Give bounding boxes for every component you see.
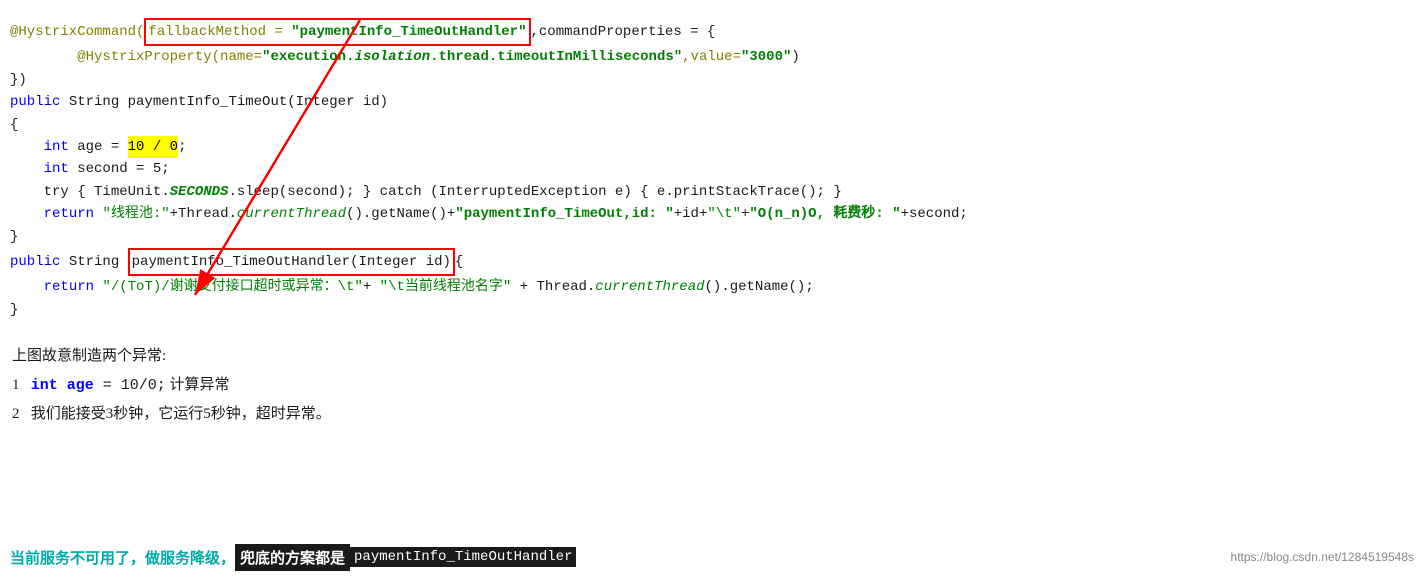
open-brace-inline: { bbox=[455, 251, 463, 273]
fallback-annotation: fallbackMethod = bbox=[148, 24, 291, 40]
item1-eq: = 10/0; bbox=[94, 377, 166, 394]
handler-method-name: paymentInfo_TimeOutHandler(Integer id) bbox=[132, 254, 451, 270]
sleep-call: .sleep(second); } catch (InterruptedExce… bbox=[228, 181, 841, 203]
close-brace3: } bbox=[10, 299, 18, 321]
get-name1: ().getName()+ bbox=[346, 203, 455, 225]
indent-line6 bbox=[10, 136, 44, 158]
get-name2: ().getName(); bbox=[705, 276, 814, 298]
annotation-hystrix: @HystrixCommand( bbox=[10, 21, 144, 43]
space-ret2 bbox=[94, 276, 102, 298]
space-ret1 bbox=[94, 203, 102, 225]
plus4: + Thread. bbox=[511, 276, 595, 298]
semicolon1: ; bbox=[178, 136, 186, 158]
int-kw-2: int bbox=[44, 158, 69, 180]
bottom-cyan-text: 当前服务不可用了，做服务降级， bbox=[10, 547, 235, 568]
public-kw2: public bbox=[10, 251, 60, 273]
desc-item-2: 2 我们能接受3秒钟，它运行5秒钟，超时异常。 bbox=[12, 401, 1412, 428]
bottom-bar: 当前服务不可用了，做服务降级， 兜底的方案都是 paymentInfo_Time… bbox=[10, 541, 1414, 573]
indent-line12 bbox=[10, 276, 44, 298]
str-pool: "线程池:" bbox=[102, 203, 169, 225]
try-block: try { TimeUnit. bbox=[44, 181, 170, 203]
bottom-text1: 当前服务不可用了，做服务降级， bbox=[10, 551, 235, 567]
plus-second: +second; bbox=[901, 203, 968, 225]
close-brace: }) bbox=[10, 69, 27, 91]
item2-num: 2 bbox=[12, 406, 20, 422]
code-line-6: int age = 10 / 0; bbox=[10, 136, 1424, 158]
plus-id: +id+ bbox=[674, 203, 708, 225]
code-line-2: @HystrixProperty(name="execution.isolati… bbox=[10, 46, 1424, 68]
command-props: ,commandProperties = { bbox=[531, 21, 716, 43]
str-thread-name: "\t当前线程池名字" bbox=[380, 276, 512, 298]
seconds-const: SECONDS bbox=[170, 181, 229, 203]
code-line-13: } bbox=[10, 299, 1424, 321]
heading-text: 上图故意制造两个异常: bbox=[12, 348, 166, 364]
indent-2 bbox=[10, 46, 77, 68]
bottom-label: 兜底的方案都是 bbox=[240, 551, 345, 567]
page-container: @HystrixCommand(fallbackMethod = "paymen… bbox=[0, 0, 1424, 583]
indent-line9 bbox=[10, 203, 44, 225]
close-paren: ) bbox=[791, 46, 799, 68]
str-cost: "O(n_n)O, 耗费秒: " bbox=[749, 203, 900, 225]
code-line-12: return "/(ToT)/谢谢支付接口超时或异常：\t"+ "\t当前线程池… bbox=[10, 276, 1424, 298]
fallback-value: "paymentInfo_TimeOutHandler" bbox=[291, 24, 526, 40]
code-line-1: @HystrixCommand(fallbackMethod = "paymen… bbox=[10, 18, 1424, 46]
int-kw-1: int bbox=[44, 136, 69, 158]
plus3: + bbox=[363, 276, 380, 298]
second-var: second = 5; bbox=[69, 158, 170, 180]
hystrix-property: @HystrixProperty(name= bbox=[77, 46, 262, 68]
current-thread1: currentThread bbox=[237, 203, 346, 225]
desc-heading: 上图故意制造两个异常: bbox=[12, 343, 1412, 370]
string-type2: String bbox=[60, 251, 127, 273]
public-kw: public bbox=[10, 91, 60, 113]
code-line-3: }) bbox=[10, 69, 1424, 91]
code-line-7: int second = 5; bbox=[10, 158, 1424, 180]
current-thread2: currentThread bbox=[595, 276, 704, 298]
item2-text: 我们能接受3秒钟，它运行5秒钟，超时异常。 bbox=[31, 406, 331, 422]
item1-code: int age bbox=[31, 377, 94, 394]
handler-method-box: paymentInfo_TimeOutHandler(Integer id) bbox=[128, 248, 455, 276]
space1: String paymentInfo_TimeOut(Integer id) bbox=[60, 91, 388, 113]
plus2: + bbox=[741, 203, 749, 225]
item1-text: 计算异常 bbox=[166, 377, 230, 393]
item1-num: 1 bbox=[12, 377, 20, 393]
timeout-value: "3000" bbox=[741, 46, 791, 68]
fallback-method-box: fallbackMethod = "paymentInfo_TimeOutHan… bbox=[144, 18, 530, 46]
str-tab: "\t" bbox=[707, 203, 741, 225]
age-var: age = bbox=[69, 136, 128, 158]
bottom-url: https://blog.csdn.net/1284519548s bbox=[1231, 550, 1414, 564]
code-line-9: return "线程池:"+Thread.currentThread().get… bbox=[10, 203, 1424, 225]
description-section: 上图故意制造两个异常: 1 int age = 10/0; 计算异常 2 我们能… bbox=[0, 329, 1424, 438]
code-line-10: } bbox=[10, 226, 1424, 248]
indent-line8 bbox=[10, 181, 44, 203]
str-error: "/(ToT)/谢谢支付接口超时或异常：\t" bbox=[102, 276, 362, 298]
bottom-black-bg: 兜底的方案都是 bbox=[235, 544, 350, 571]
desc-item-1: 1 int age = 10/0; 计算异常 bbox=[12, 372, 1412, 399]
code-line-11: public String paymentInfo_TimeOutHandler… bbox=[10, 248, 1424, 276]
return-kw1: return bbox=[44, 203, 94, 225]
str-paymentinfo: "paymentInfo_TimeOut,id: " bbox=[455, 203, 673, 225]
code-line-8: try { TimeUnit.SECONDS.sleep(second); } … bbox=[10, 181, 1424, 203]
return-kw2: return bbox=[44, 276, 94, 298]
plus1: +Thread. bbox=[170, 203, 237, 225]
timeout-name: "execution.isolation.thread.timeoutInMil… bbox=[262, 46, 682, 68]
divide-zero: 10 / 0 bbox=[128, 136, 178, 158]
code-line-4: public String paymentInfo_TimeOut(Intege… bbox=[10, 91, 1424, 113]
close-brace2: } bbox=[10, 226, 18, 248]
code-block: @HystrixCommand(fallbackMethod = "paymen… bbox=[0, 10, 1424, 329]
open-brace1: { bbox=[10, 114, 18, 136]
comma-value: ,value= bbox=[682, 46, 741, 68]
indent-line7 bbox=[10, 158, 44, 180]
code-line-5: { bbox=[10, 114, 1424, 136]
bottom-handler-code: paymentInfo_TimeOutHandler bbox=[350, 547, 576, 567]
